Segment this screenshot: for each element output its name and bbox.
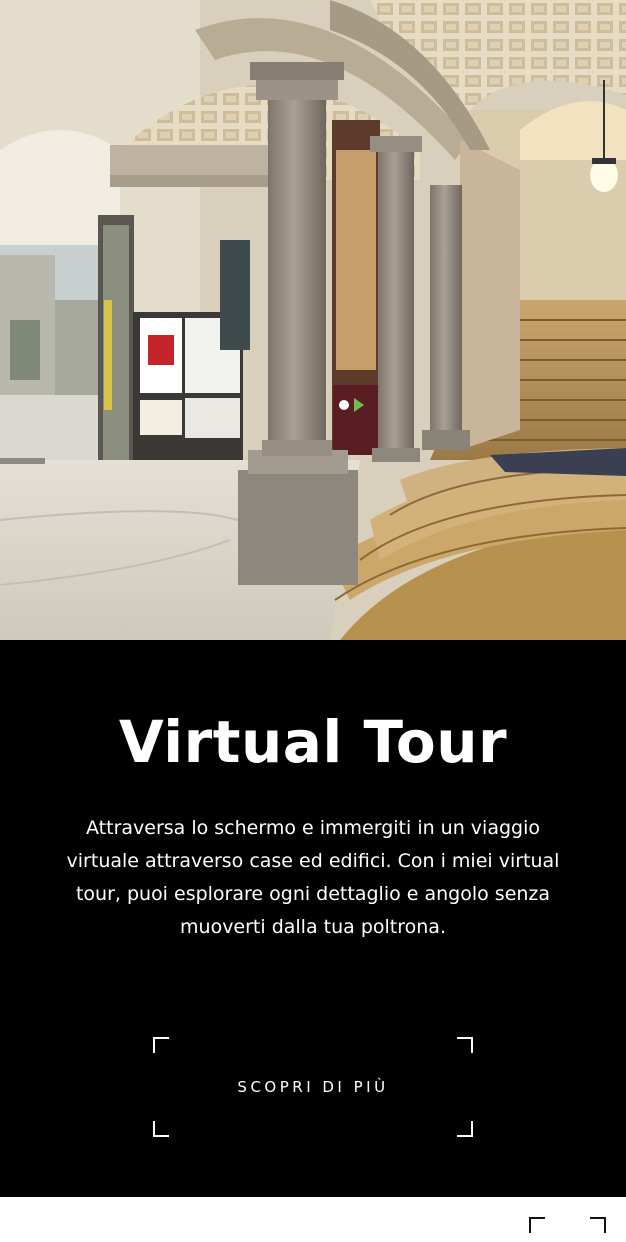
next-corner-bracket-right [590, 1217, 606, 1233]
learn-more-label: SCOPRI DI PIÙ [237, 1078, 389, 1096]
section-title: Virtual Tour [118, 708, 508, 776]
section-description: Attraversa lo schermo e immergiti in un … [66, 817, 560, 938]
next-corner-bracket-left [529, 1217, 545, 1233]
virtual-tour-section: Virtual Tour Attraversa lo schermo e imm… [0, 640, 626, 1197]
learn-more-button[interactable]: SCOPRI DI PIÙ [153, 1037, 473, 1137]
next-section-peek [0, 1197, 626, 1242]
hero-panorama-image [0, 0, 626, 640]
page: Virtual Tour Attraversa lo schermo e imm… [0, 0, 626, 1242]
panorama-illustration [0, 0, 626, 640]
